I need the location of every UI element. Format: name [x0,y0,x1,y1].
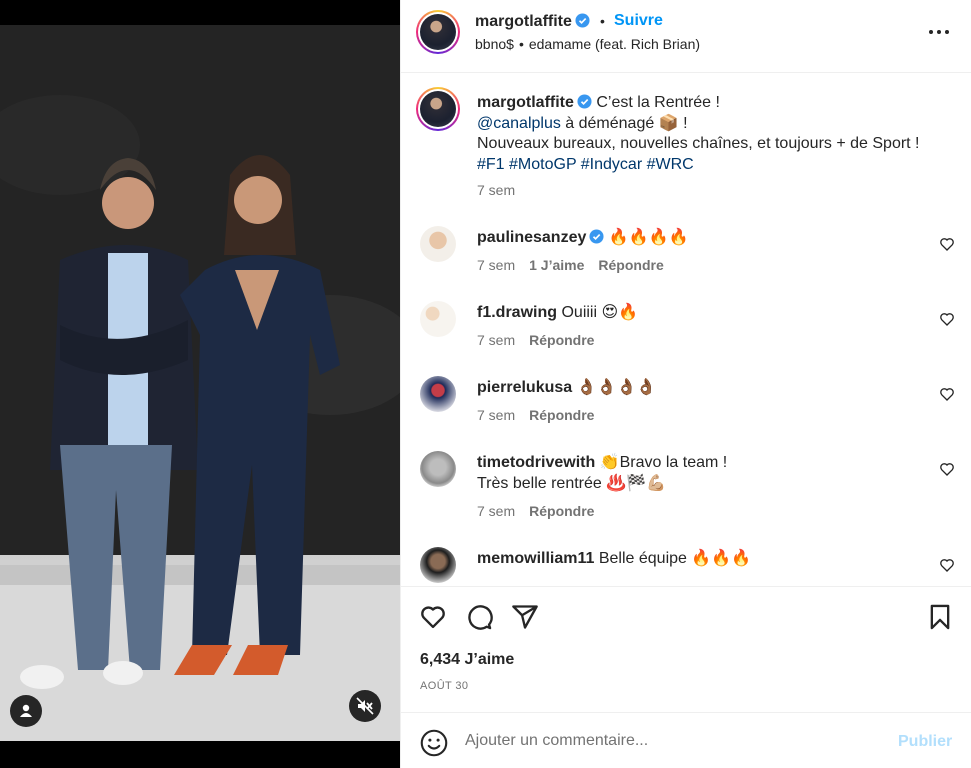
like-comment-heart-icon[interactable] [939,461,955,477]
post-side-panel: margotlaffite • Suivre bbno$ • edamame (fe… [400,0,971,768]
comment-body: Ouiiii 😍🔥 [561,304,639,321]
post-header: margotlaffite • Suivre bbno$ • edamame (fe… [401,0,971,73]
comment-body-line-2: Très belle rentrée ♨️🏁💪🏼 [477,474,667,492]
like-comment-heart-icon[interactable] [939,311,955,327]
post-media[interactable] [0,0,400,768]
caption-mention[interactable]: @canalplus [477,115,561,132]
publish-button[interactable]: Publier [898,733,952,751]
comment-username[interactable]: timetodrivewith [477,454,595,471]
photo-illustration [0,25,400,741]
reply-button[interactable]: Répondre [529,407,594,423]
verified-badge-icon [575,13,590,28]
comment-username[interactable]: memowilliam11 [477,550,594,567]
commenter-avatar[interactable] [420,451,456,487]
comment-text: timetodrivewith 👏Bravo la team ! Très be… [477,453,917,494]
likes-count[interactable]: 6,434 J’aime [420,651,514,669]
comment-text: pierrelukusa 👌🏾👌🏾👌🏾👌🏾 [477,378,917,399]
comment-username[interactable]: f1.drawing [477,304,557,321]
comment-time[interactable]: 7 sem [477,503,515,519]
post-date[interactable]: AOÛT 30 [420,680,468,692]
mute-toggle-button[interactable] [349,690,381,722]
muted-speaker-icon [356,697,374,715]
commenter-avatar[interactable] [420,547,456,583]
comment-username[interactable]: pierrelukusa [477,379,572,396]
tagged-users-button[interactable] [10,695,42,727]
post-photo[interactable] [0,25,400,741]
like-comment-heart-icon[interactable] [939,386,955,402]
comment-text: paulinesanzey 🔥🔥🔥🔥 [477,228,917,249]
comment-time[interactable]: 7 sem [477,257,515,273]
comment-body: 👌🏾👌🏾👌🏾👌🏾 [576,379,657,396]
verified-badge-icon [589,229,604,244]
caption-author-avatar[interactable] [416,87,460,131]
like-comment-heart-icon[interactable] [939,557,955,573]
comment-meta: 7 sem Répondre [477,332,608,348]
instagram-post-view: margotlaffite • Suivre bbno$ • edamame (fe… [0,0,971,768]
author-username[interactable]: margotlaffite [475,13,590,31]
comment-text: f1.drawing Ouiiii 😍🔥 [477,303,917,324]
comment-text: memowilliam11 Belle équipe 🔥🔥🔥 [477,549,917,570]
caption-text: margotlaffite C’est la Rentrée ! @canalp… [477,93,947,175]
comment-body: Belle équipe 🔥🔥🔥 [598,550,752,567]
caption-time[interactable]: 7 sem [477,182,515,198]
comment-composer: Publier [401,712,971,768]
audio-separator: • [518,36,524,52]
comment-username[interactable]: paulinesanzey [477,229,586,246]
user-icon [20,704,32,717]
hashtag[interactable]: #WRC [647,156,694,173]
reply-button[interactable]: Répondre [529,503,594,519]
hashtag[interactable]: #MotoGP [509,156,576,173]
comment-input[interactable] [465,726,885,756]
author-username-text[interactable]: margotlaffite [475,13,572,30]
audio-artist[interactable]: bbno$ [475,36,514,52]
comment-body: 👏Bravo la team ! [599,454,728,471]
audio-track[interactable]: edamame (feat. Rich Brian) [529,36,700,52]
like-comment-heart-icon[interactable] [939,236,955,252]
hashtag[interactable]: #F1 [477,156,505,173]
like-heart-icon[interactable] [419,603,447,631]
post-actions: 6,434 J’aime AOÛT 30 [401,586,971,712]
comment-time[interactable]: 7 sem [477,332,515,348]
caption-line-1: C’est la Rentrée ! [596,94,720,111]
reply-button[interactable]: Répondre [598,257,663,273]
follow-button[interactable]: Suivre [614,12,663,30]
header-separator: • [600,13,605,29]
comment-meta: 7 sem 1 J’aime Répondre [477,257,678,273]
caption-line-2: à déménagé 📦 ! [560,114,688,132]
commenter-avatar[interactable] [420,226,456,262]
comment-like-count[interactable]: 1 J’aime [529,257,584,273]
audio-attribution[interactable]: bbno$ • edamame (feat. Rich Brian) [475,36,700,52]
hashtag[interactable]: #Indycar [581,156,642,173]
commenter-avatar[interactable] [420,376,456,412]
more-options-button[interactable] [927,20,951,44]
commenter-avatar[interactable] [420,301,456,337]
comment-bubble-icon[interactable] [465,603,493,631]
save-bookmark-icon[interactable] [926,603,954,631]
reply-button[interactable]: Répondre [529,332,594,348]
comment-meta: 7 sem Répondre [477,407,608,423]
comment-body: 🔥🔥🔥🔥 [608,229,689,246]
verified-badge-icon [577,94,592,109]
caption-username[interactable]: margotlaffite [477,94,574,111]
share-send-icon[interactable] [511,603,539,631]
emoji-smiley-icon[interactable] [420,729,448,757]
author-avatar[interactable] [416,10,460,54]
comment-time[interactable]: 7 sem [477,407,515,423]
caption-line-3: Nouveaux bureaux, nouvelles chaînes, et … [477,135,920,152]
comment-meta: 7 sem Répondre [477,503,608,519]
comments-list[interactable]: margotlaffite C’est la Rentrée ! @canalp… [401,74,971,586]
more-horizontal-icon [929,30,949,34]
